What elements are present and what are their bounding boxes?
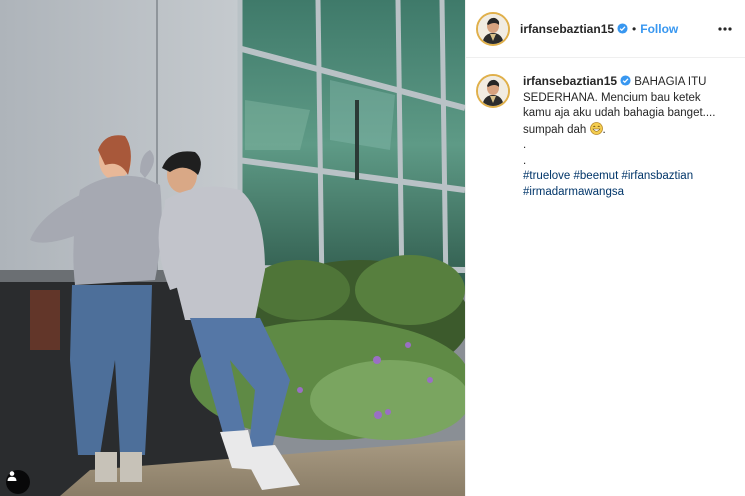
caption-avatar[interactable] xyxy=(476,74,510,108)
follow-button[interactable]: Follow xyxy=(640,22,678,36)
header-separator: • xyxy=(632,21,637,36)
post-photo[interactable] xyxy=(0,0,465,496)
caption-end: . xyxy=(602,123,606,136)
hashtag-list: #truelove #beemut #irfansbaztian #irmada… xyxy=(523,169,718,200)
caption-username[interactable]: irfansebaztian15 xyxy=(523,74,617,88)
more-options-button[interactable] xyxy=(715,19,735,39)
caption-dot-line: . xyxy=(523,139,527,151)
grinning-sweat-emoji xyxy=(589,121,603,135)
user-tag-button[interactable] xyxy=(6,470,30,494)
photo-scene xyxy=(0,0,465,496)
post-header: irfansebaztian15 • Follow xyxy=(466,0,745,58)
caption-dot-line: . xyxy=(523,154,527,167)
hashtag-link[interactable]: #irmadarmawangsa xyxy=(523,186,624,198)
caption-row: irfansebaztian15 BAHAGIA ITU SEDERHANA. … xyxy=(466,58,745,200)
post-side-panel: irfansebaztian15 • Follow irfansebaztian… xyxy=(465,0,745,496)
user-tag-icon xyxy=(7,471,17,481)
avatar-image xyxy=(478,76,508,106)
avatar[interactable] xyxy=(476,11,510,46)
avatar-image xyxy=(478,13,508,44)
hashtag-link[interactable]: #beemut xyxy=(574,170,619,182)
more-options-icon xyxy=(718,26,732,31)
post-caption: irfansebaztian15 BAHAGIA ITU SEDERHANA. … xyxy=(523,74,718,200)
hashtag-link[interactable]: #irfansbaztian xyxy=(621,170,693,182)
verified-badge-icon xyxy=(617,23,628,34)
hashtag-link[interactable]: #truelove xyxy=(523,170,570,182)
verified-badge-icon xyxy=(620,75,631,86)
header-username[interactable]: irfansebaztian15 xyxy=(520,22,614,36)
